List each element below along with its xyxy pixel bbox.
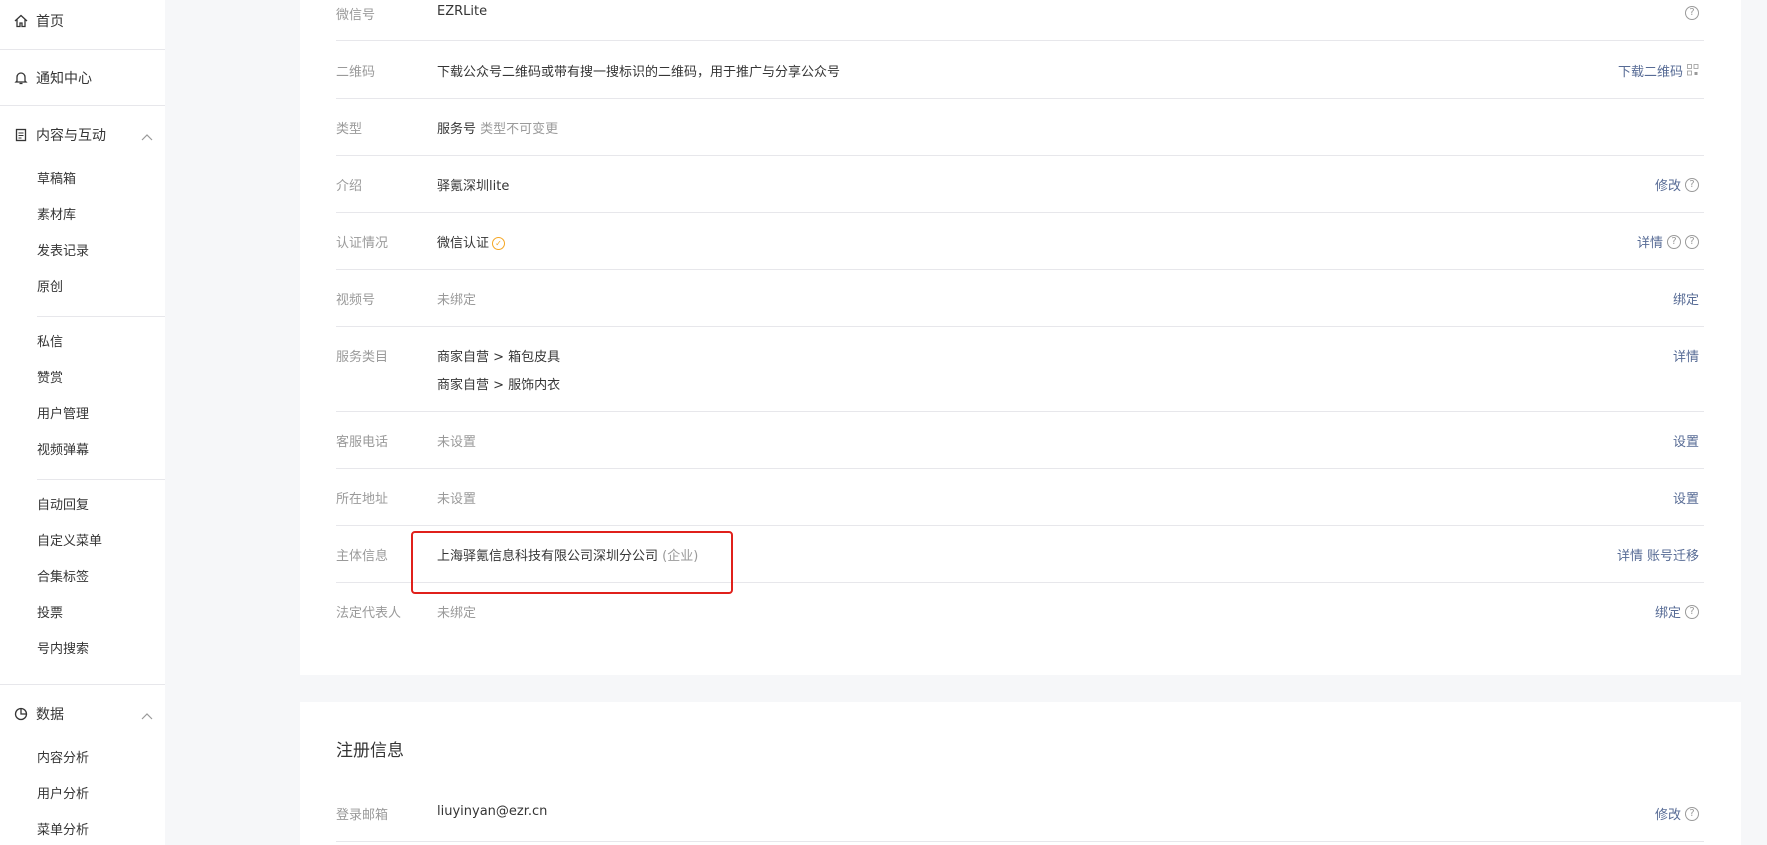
divider [0, 684, 165, 685]
qrcode-description: 下载公众号二维码或带有搜一搜标识的二维码，用于推广与分享公众号 [437, 65, 841, 80]
row-label: 服务类目 [336, 350, 389, 365]
nav-collection-tags[interactable]: 合集标签 [37, 569, 89, 587]
nav-home-label: 首页 [36, 14, 64, 30]
nav-publish-records[interactable]: 发表记录 [37, 243, 89, 261]
help-icon[interactable]: ? [1685, 6, 1699, 20]
row-qrcode: 二维码 下载公众号二维码或带有搜一搜标识的二维码，用于推广与分享公众号 下载二维… [336, 41, 1704, 99]
row-label: 所在地址 [336, 492, 389, 507]
nav-menu-analysis[interactable]: 菜单分析 [37, 822, 89, 840]
bell-icon [13, 70, 29, 86]
sidebar: 首页 通知中心 内容与互动 草稿箱 素材库 发表记录 原创 私信 赞赏 用户管理… [0, 0, 165, 845]
row-channels: 视频号 未绑定 绑定 [336, 270, 1704, 327]
service-category-item: 商家自营 > 箱包皮具 [437, 350, 561, 365]
pie-chart-icon [13, 706, 29, 722]
nav-content-group[interactable]: 内容与互动 [13, 125, 163, 145]
row-type: 类型 服务号 类型不可变更 [336, 99, 1704, 156]
nav-data-group-label: 数据 [36, 707, 64, 723]
nav-data-group[interactable]: 数据 [13, 704, 163, 724]
divider [0, 49, 165, 50]
nav-content-analysis[interactable]: 内容分析 [37, 750, 89, 768]
wechat-id-value: EZRLite [437, 4, 488, 19]
chevron-up-icon[interactable] [141, 708, 153, 724]
service-category-item: 商家自营 > 服饰内衣 [437, 378, 561, 393]
home-icon [13, 13, 29, 29]
nav-materials[interactable]: 素材库 [37, 207, 76, 225]
nav-user-analysis[interactable]: 用户分析 [37, 786, 89, 804]
account-migration-link[interactable]: 账号迁移 [1647, 545, 1699, 564]
help-icon[interactable]: ? [1685, 234, 1699, 249]
row-label: 类型 [336, 122, 363, 137]
row-label: 视频号 [336, 293, 376, 308]
nav-rewards[interactable]: 赞赏 [37, 370, 63, 388]
intro-value: 驿氪深圳lite [437, 179, 510, 194]
row-label: 二维码 [336, 65, 376, 80]
row-login-email: 登录邮箱 liuyinyan@ezr.cn 修改 ? [336, 790, 1704, 842]
nav-original[interactable]: 原创 [37, 279, 63, 297]
row-label: 客服电话 [336, 435, 389, 450]
nav-content-group-label: 内容与互动 [36, 128, 106, 144]
phone-value: 未设置 [437, 435, 477, 450]
help-icon[interactable]: ? [1685, 177, 1699, 192]
nav-home[interactable]: 首页 [13, 11, 64, 31]
row-address: 所在地址 未设置 设置 [336, 469, 1704, 526]
help-icon[interactable]: ? [1685, 806, 1699, 821]
nav-video-danmaku[interactable]: 视频弹幕 [37, 442, 89, 460]
divider [37, 479, 165, 480]
row-label: 主体信息 [336, 549, 389, 564]
nav-user-management[interactable]: 用户管理 [37, 406, 89, 424]
type-value: 服务号 [437, 122, 477, 137]
address-value: 未设置 [437, 492, 477, 507]
help-icon[interactable]: ? [1667, 234, 1681, 249]
chevron-up-icon[interactable] [141, 129, 153, 145]
download-qrcode-link[interactable]: 下载二维码 [1618, 61, 1683, 80]
nav-custom-menu[interactable]: 自定义菜单 [37, 533, 102, 551]
nav-notifications[interactable]: 通知中心 [13, 68, 92, 88]
row-label: 微信号 [336, 8, 376, 23]
qrcode-icon[interactable] [1687, 63, 1699, 78]
highlight-box [411, 531, 733, 594]
divider [0, 105, 165, 106]
nav-auto-reply[interactable]: 自动回复 [37, 497, 89, 515]
bind-legal-rep-link[interactable]: 绑定 [1655, 602, 1681, 621]
set-address-link[interactable]: 设置 [1673, 488, 1699, 507]
row-label: 法定代表人 [336, 606, 402, 621]
row-label: 登录邮箱 [336, 808, 389, 823]
nav-notifications-label: 通知中心 [36, 71, 92, 87]
row-wechat-id: 微信号 EZRLite ? [336, 0, 1704, 41]
edit-email-link[interactable]: 修改 [1655, 804, 1681, 823]
channels-value: 未绑定 [437, 293, 477, 308]
nav-voting[interactable]: 投票 [37, 605, 63, 623]
document-icon [13, 127, 29, 143]
nav-in-account-search[interactable]: 号内搜索 [37, 641, 89, 659]
nav-messages[interactable]: 私信 [37, 334, 63, 352]
verification-value: 微信认证 [437, 236, 490, 251]
row-verification: 认证情况 微信认证 ✓ 详情 ? ? [336, 213, 1704, 270]
set-phone-link[interactable]: 设置 [1673, 431, 1699, 450]
legal-rep-value: 未绑定 [437, 606, 477, 621]
row-label: 认证情况 [336, 236, 389, 251]
row-service-category: 服务类目 商家自营 > 箱包皮具 商家自营 > 服饰内衣 详情 [336, 327, 1704, 412]
nav-drafts[interactable]: 草稿箱 [37, 171, 76, 189]
row-intro: 介绍 驿氪深圳lite 修改 ? [336, 156, 1704, 213]
verification-value-group: 微信认证 ✓ [437, 232, 506, 251]
section-title: 注册信息 [336, 741, 404, 761]
type-value-group: 服务号 类型不可变更 [437, 118, 558, 137]
divider [37, 316, 165, 317]
type-note: 类型不可变更 [480, 122, 559, 137]
help-icon[interactable]: ? [1685, 604, 1699, 619]
verified-check-icon: ✓ [492, 237, 506, 250]
row-label: 介绍 [336, 179, 363, 194]
service-category-details-link[interactable]: 详情 [1673, 346, 1699, 365]
verification-details-link[interactable]: 详情 [1637, 232, 1663, 251]
row-phone: 客服电话 未设置 设置 [336, 412, 1704, 469]
entity-details-link[interactable]: 详情 [1617, 545, 1643, 564]
edit-intro-link[interactable]: 修改 [1655, 175, 1681, 194]
bind-channels-link[interactable]: 绑定 [1673, 289, 1699, 308]
login-email-value: liuyinyan@ezr.cn [437, 804, 548, 819]
